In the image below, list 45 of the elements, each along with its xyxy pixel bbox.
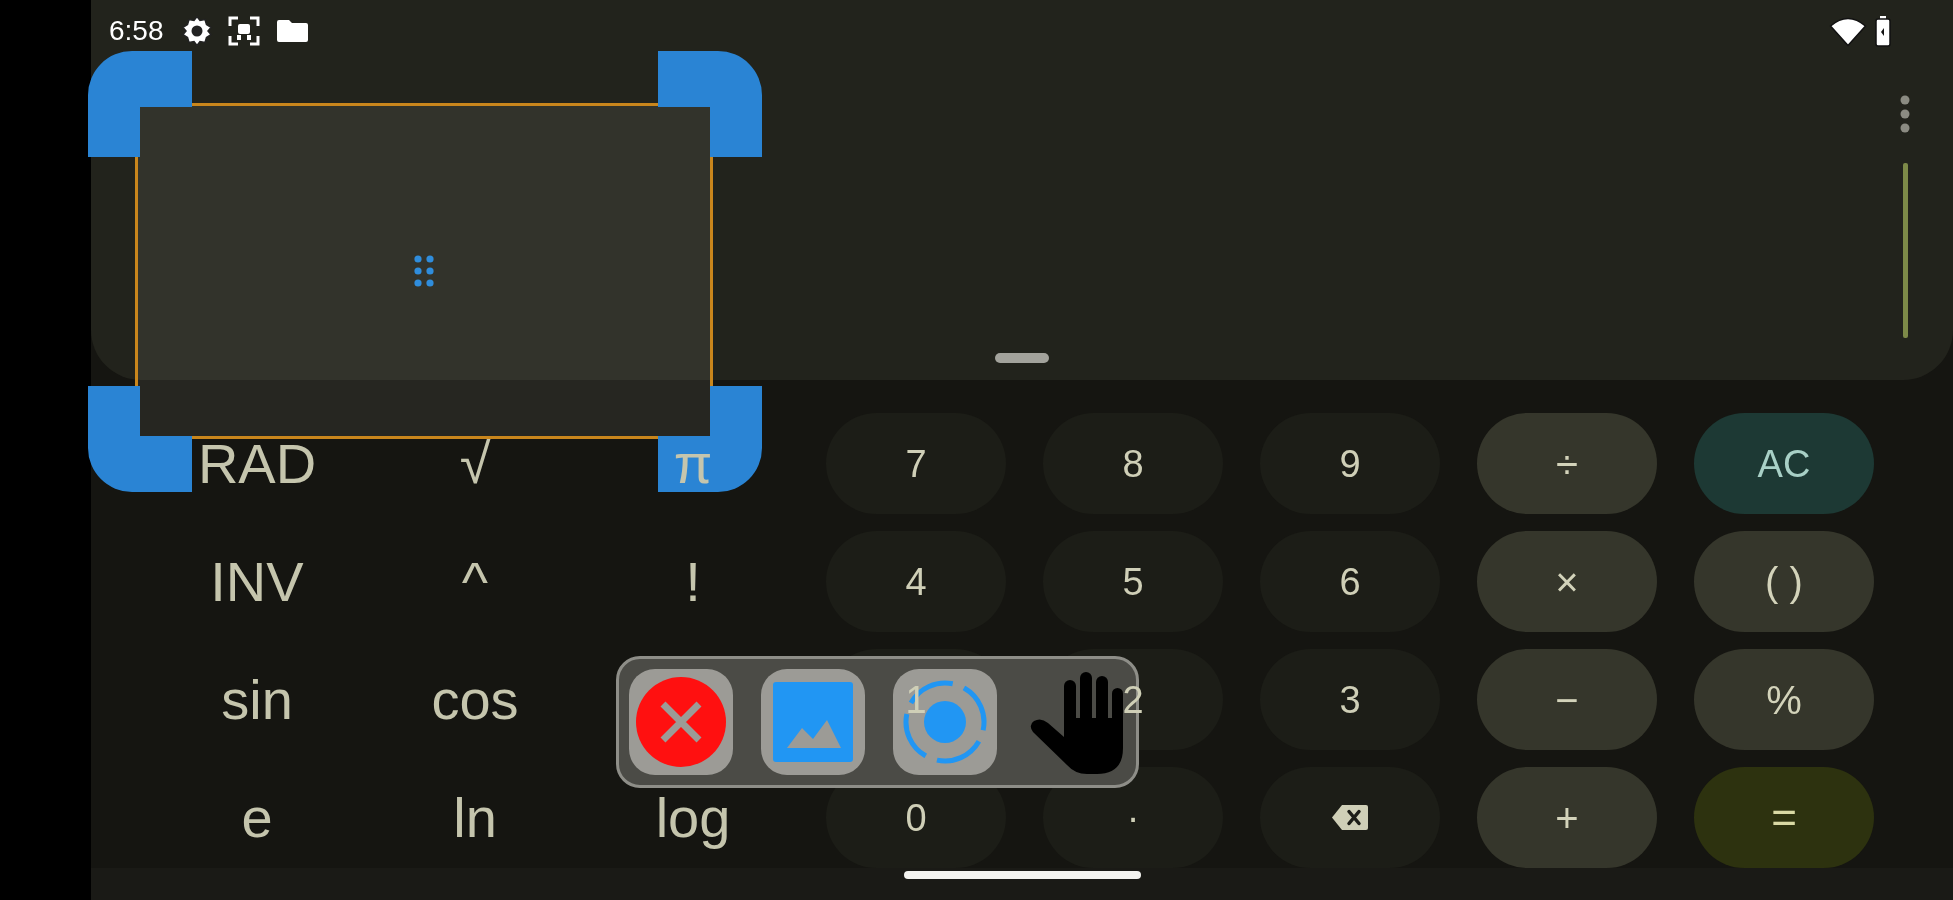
digit-key[interactable]: 5 (1043, 531, 1223, 632)
image-icon (773, 682, 853, 762)
grip-icon[interactable] (413, 254, 435, 288)
folder-icon (274, 18, 310, 44)
function-key[interactable]: RAD (197, 432, 317, 495)
function-key[interactable]: √ (459, 432, 491, 495)
function-key[interactable]: INV (210, 550, 304, 613)
function-key[interactable]: sin (221, 668, 293, 731)
corner-handle[interactable] (88, 51, 192, 157)
operator-key[interactable]: ÷ (1477, 413, 1657, 514)
close-icon (636, 677, 726, 767)
more-options-icon[interactable] (1900, 95, 1910, 133)
clear-key[interactable]: AC (1694, 413, 1874, 514)
operator-key[interactable]: % (1694, 649, 1874, 750)
operator-key[interactable]: ( ) (1694, 531, 1874, 632)
equals-key[interactable]: = (1694, 767, 1874, 868)
function-key[interactable]: log (655, 786, 731, 849)
digit-key[interactable]: 3 (1260, 649, 1440, 750)
record-icon (902, 679, 988, 765)
wifi-icon (1829, 15, 1867, 47)
operator-key[interactable]: + (1477, 767, 1657, 868)
function-key[interactable]: ! (685, 550, 701, 613)
function-key[interactable]: ln (453, 786, 497, 849)
digit-key[interactable]: 9 (1260, 413, 1440, 514)
corner-handle[interactable] (658, 51, 762, 157)
image-button[interactable] (761, 669, 865, 775)
status-time: 6:58 (109, 17, 164, 45)
function-key[interactable]: ^ (461, 550, 489, 613)
operator-key[interactable]: − (1477, 649, 1657, 750)
corner-handle[interactable] (88, 386, 192, 492)
scan-frame-icon (227, 16, 260, 46)
function-key[interactable]: e (241, 786, 273, 849)
gear-icon (180, 15, 213, 47)
function-key[interactable]: cos (431, 668, 519, 731)
digit-key[interactable]: 4 (826, 531, 1006, 632)
corner-handle[interactable] (658, 386, 762, 492)
battery-icon (1873, 15, 1893, 47)
digit-key[interactable]: 7 (826, 413, 1006, 514)
digit-key[interactable]: 8 (1043, 413, 1223, 514)
operator-key[interactable]: × (1477, 531, 1657, 632)
record-button[interactable] (893, 669, 997, 775)
close-button[interactable] (629, 669, 733, 775)
drag-handle[interactable] (995, 353, 1049, 363)
digit-key[interactable]: 6 (1260, 531, 1440, 632)
backspace-icon (1331, 804, 1369, 831)
